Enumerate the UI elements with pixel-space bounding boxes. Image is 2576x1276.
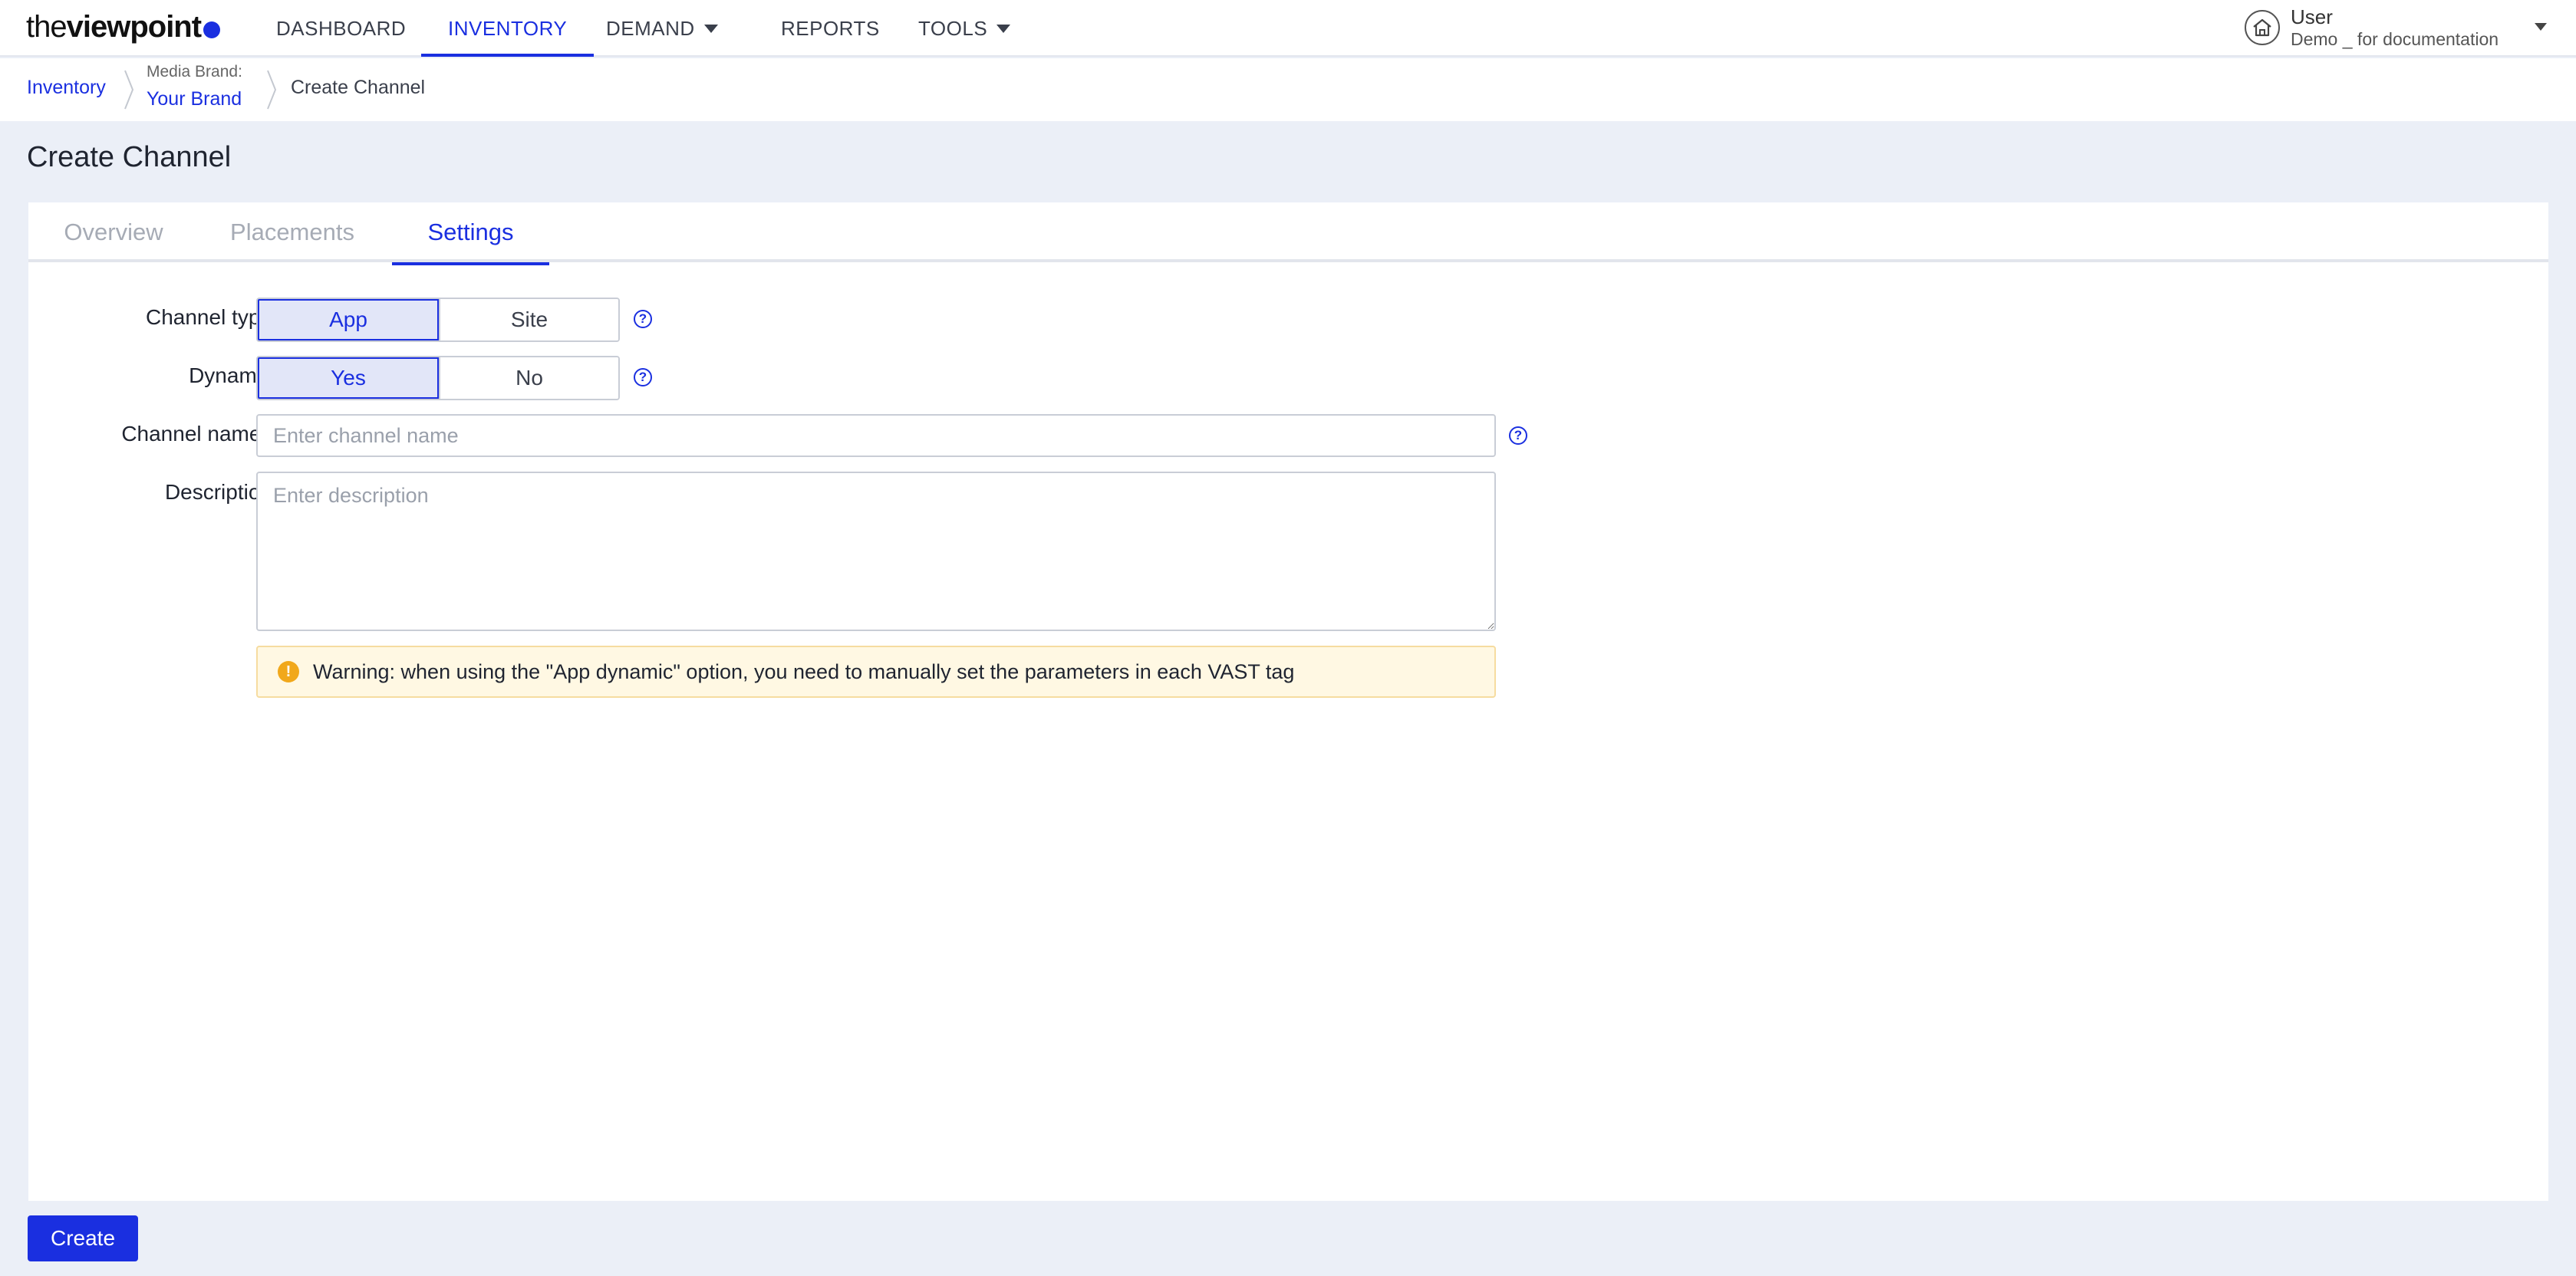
nav-inventory[interactable]: INVENTORY xyxy=(421,0,595,57)
chevron-down-icon xyxy=(703,24,718,33)
tab-overview[interactable]: Overview xyxy=(62,202,165,262)
channel-type-app-option[interactable]: App xyxy=(258,299,439,340)
channel-type-site-option[interactable]: Site xyxy=(438,299,618,340)
tab-placements[interactable]: Placements xyxy=(225,202,360,262)
user-menu[interactable]: User Demo _ for documentation xyxy=(2245,5,2547,51)
channel-type-label: Channel type xyxy=(145,305,272,329)
breadcrumb-separator-icon xyxy=(267,70,277,110)
logo[interactable]: the viewpoint xyxy=(26,8,221,46)
nav-tools[interactable]: TOOLS xyxy=(918,0,1011,57)
nav-reports[interactable]: REPORTS xyxy=(781,0,880,57)
dynamic-toggle: Yes No xyxy=(256,356,620,400)
nav-demand-label: DEMAND xyxy=(606,16,695,40)
settings-card: Overview Placements Settings Channel typ… xyxy=(28,202,2548,1201)
home-icon xyxy=(2245,10,2280,45)
description-label: Description xyxy=(164,480,272,504)
nav-inventory-label: INVENTORY xyxy=(448,16,568,40)
logo-text-light: the xyxy=(26,9,68,44)
user-name: User xyxy=(2291,5,2333,28)
dynamic-label: Dynamic xyxy=(189,363,272,387)
page-title: Create Channel xyxy=(27,141,232,173)
tab-bar: Overview Placements Settings xyxy=(28,202,2548,265)
dynamic-no-option[interactable]: No xyxy=(438,357,618,399)
chevron-down-icon xyxy=(996,24,1011,33)
nav-demand[interactable]: DEMAND xyxy=(606,0,718,57)
help-icon[interactable]: ? xyxy=(634,310,652,328)
user-org: Demo _ for documentation xyxy=(2291,29,2499,49)
create-button[interactable]: Create xyxy=(28,1215,138,1261)
help-icon[interactable]: ? xyxy=(1509,426,1527,445)
breadcrumb: Inventory Media Brand: Your Brand Create… xyxy=(0,58,2576,121)
warning-icon: ! xyxy=(278,661,299,682)
dynamic-yes-option[interactable]: Yes xyxy=(258,357,439,399)
breadcrumb-separator-icon xyxy=(124,70,134,110)
warning-banner: ! Warning: when using the "App dynamic" … xyxy=(256,646,1496,698)
warning-text: Warning: when using the "App dynamic" op… xyxy=(313,659,1295,683)
logo-dot-icon xyxy=(203,21,221,38)
breadcrumb-brand[interactable]: Your Brand xyxy=(147,88,242,110)
breadcrumb-brand-label: Media Brand: xyxy=(147,63,242,81)
nav-tools-label: TOOLS xyxy=(918,16,988,40)
logo-text-bold: viewpoint xyxy=(66,9,202,44)
channel-name-input[interactable] xyxy=(256,414,1496,457)
channel-name-label-text: Channel name xyxy=(121,422,262,446)
channel-name-label: Channel name* xyxy=(42,419,272,446)
breadcrumb-current: Create Channel xyxy=(291,77,426,98)
channel-type-toggle: App Site xyxy=(256,298,620,342)
nav-dashboard[interactable]: DASHBOARD xyxy=(276,0,406,57)
description-textarea[interactable] xyxy=(256,472,1496,631)
chevron-down-icon xyxy=(2535,23,2547,31)
breadcrumb-inventory[interactable]: Inventory xyxy=(27,77,106,99)
tab-settings[interactable]: Settings xyxy=(392,202,549,265)
help-icon[interactable]: ? xyxy=(634,368,652,386)
top-navigation: the viewpoint DASHBOARD INVENTORY DEMAND … xyxy=(0,0,2576,57)
